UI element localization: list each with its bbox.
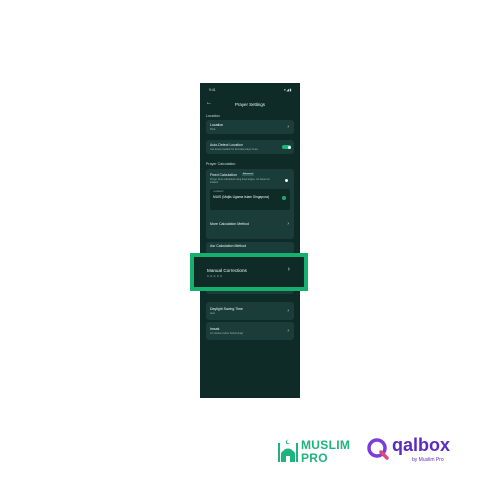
advanced-badge: Advanced <box>242 173 254 176</box>
location-row[interactable]: Location Paris › <box>206 120 294 134</box>
dst-subtitle: Auto <box>210 312 215 315</box>
section-prayer-calculation: Prayer Calculation <box>206 162 236 166</box>
calculation-card: Fixed Calculation Advanced Prayer times … <box>206 169 294 239</box>
phone-screen: 9:41 ▾◢▮ ← Prayer Settings Location Loca… <box>200 83 300 398</box>
imsak-row[interactable]: Imsak 10 minutes before Subuh (Fajr) › <box>206 322 294 340</box>
dst-row[interactable]: Daylight Saving Time Auto › <box>206 302 294 320</box>
fixed-calc-title: Fixed Calculation <box>210 173 237 177</box>
more-methods-row[interactable]: More Calculation Method <box>210 222 249 226</box>
chevron-right-icon: › <box>287 266 290 273</box>
manual-corrections-values: 0, 0, 0, 0, 0 <box>207 274 223 278</box>
manual-corrections-title: Manual Corrections <box>207 268 247 273</box>
fixed-calc-switch[interactable] <box>285 179 288 182</box>
app-bar: ← Prayer Settings <box>200 97 300 111</box>
location-row-title: Location <box>210 123 224 127</box>
chevron-right-icon: › <box>287 123 289 130</box>
current-tag: CURRENT <box>213 191 224 193</box>
check-icon: ✓ <box>282 196 286 200</box>
status-time: 9:41 <box>209 88 216 92</box>
location-row-value: Paris <box>210 128 216 131</box>
qalbox-wordmark: qalbox <box>392 435 451 455</box>
manual-corrections-highlight[interactable]: Manual Corrections 0, 0, 0, 0, 0 › <box>190 253 308 291</box>
auto-detect-row[interactable]: Auto-Detect Location Use device location… <box>206 140 294 154</box>
chevron-right-icon: › <box>287 327 289 334</box>
auto-detect-title: Auto-Detect Location <box>210 143 243 147</box>
chevron-right-icon: › <box>287 221 289 227</box>
muslim-pro-word2: PRO <box>301 451 328 465</box>
toggle-knob <box>287 145 291 149</box>
auto-detect-toggle[interactable] <box>282 145 291 149</box>
qalbox-q-icon <box>367 438 389 460</box>
qalbox-logo: qalbox by Muslim Pro <box>366 433 456 467</box>
current-method-name: MUIS (Majlis Ugama Islam Singapura) <box>213 195 270 199</box>
signal-battery-icon: ▾◢▮ <box>284 88 292 92</box>
muslim-pro-logo: MUSLIM PRO <box>277 435 357 465</box>
auto-detect-subtitle: Use device location for accurate prayer … <box>210 148 258 151</box>
imsak-title: Imsak <box>210 327 220 331</box>
asr-method-title: Asr Calculation Method <box>210 244 247 248</box>
chevron-right-icon: › <box>287 307 289 314</box>
current-method-box[interactable]: CURRENT MUIS (Majlis Ugama Islam Singapu… <box>210 189 290 210</box>
fixed-calc-subtitle: Prayer times calculated using fixed angl… <box>210 178 270 184</box>
page-title: Prayer Settings <box>234 102 266 107</box>
imsak-subtitle: 10 minutes before Subuh (Fajr) <box>210 332 244 335</box>
muslim-pro-word1: MUSLIM <box>301 438 351 452</box>
dst-title: Daylight Saving Time <box>210 307 243 311</box>
mosque-icon <box>278 439 298 462</box>
section-location: Location <box>206 114 220 118</box>
status-bar: 9:41 ▾◢▮ <box>200 83 300 95</box>
qalbox-tagline: by Muslim Pro <box>412 457 444 463</box>
